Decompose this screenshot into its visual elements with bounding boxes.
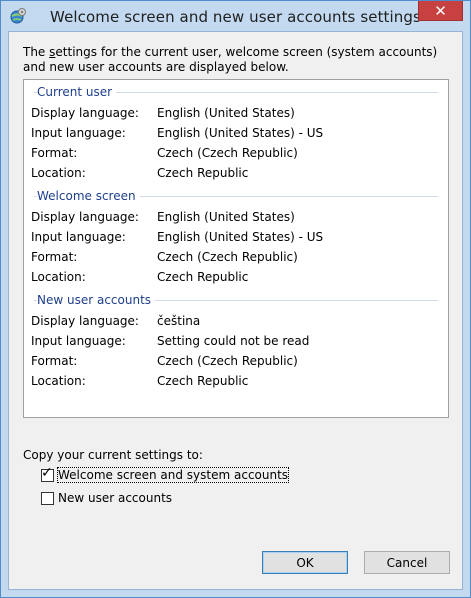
section-title-current-user: Current user bbox=[37, 85, 117, 100]
row-value: Setting could not be read bbox=[157, 334, 310, 348]
welcome-screen-checkbox[interactable]: ✓ bbox=[41, 464, 54, 482]
new-user-accounts-checkbox[interactable] bbox=[41, 491, 54, 505]
close-icon: ✕ bbox=[434, 1, 447, 20]
window-title: Welcome screen and new user accounts set… bbox=[50, 8, 421, 26]
row-value: Czech (Czech Republic) bbox=[157, 146, 298, 160]
row-value: čeština bbox=[157, 314, 201, 328]
section-title-new-user-accounts: New user accounts bbox=[37, 293, 156, 308]
settings-panel: Current user Display language: English (… bbox=[23, 79, 449, 418]
row-label: Location: bbox=[31, 270, 86, 284]
checkmark-icon: ✓ bbox=[41, 464, 53, 481]
row-value: Czech Republic bbox=[157, 166, 249, 180]
ok-button[interactable]: OK bbox=[262, 551, 348, 574]
title-bar[interactable]: Welcome screen and new user accounts set… bbox=[1, 1, 470, 31]
row-value: English (United States) bbox=[157, 106, 295, 120]
row-label: Display language: bbox=[31, 210, 139, 224]
row-label: Input language: bbox=[31, 334, 126, 348]
close-button[interactable]: ✕ bbox=[418, 1, 463, 21]
row-value: English (United States) bbox=[157, 210, 295, 224]
copy-settings-label: Copy your current settings to: bbox=[23, 448, 203, 462]
row-label: Format: bbox=[31, 250, 78, 264]
row-label: Display language: bbox=[31, 106, 139, 120]
row-value: Czech (Czech Republic) bbox=[157, 354, 298, 368]
welcome-screen-checkbox-row[interactable]: ✓ Welcome screen and system accounts bbox=[41, 464, 290, 483]
row-label: Format: bbox=[31, 354, 78, 368]
row-value: Czech (Czech Republic) bbox=[157, 250, 298, 264]
intro-rest: ettings for the current user, welcome sc… bbox=[23, 45, 438, 74]
section-title-welcome-screen: Welcome screen bbox=[37, 189, 140, 204]
row-label: Input language: bbox=[31, 126, 126, 140]
row-label: Location: bbox=[31, 374, 86, 388]
intro-prefix: The bbox=[23, 45, 50, 59]
row-label: Location: bbox=[31, 166, 86, 180]
welcome-screen-checkbox-label[interactable]: Welcome screen and system accounts bbox=[56, 467, 290, 483]
dialog-body: The settings for the current user, welco… bbox=[8, 31, 463, 590]
intro-text: The settings for the current user, welco… bbox=[23, 45, 443, 75]
new-user-accounts-checkbox-row[interactable]: New user accounts bbox=[41, 490, 172, 506]
row-value: Czech Republic bbox=[157, 270, 249, 284]
row-label: Display language: bbox=[31, 314, 139, 328]
row-value: English (United States) - US bbox=[157, 230, 324, 244]
cancel-button[interactable]: Cancel bbox=[364, 551, 450, 574]
dialog-window: Welcome screen and new user accounts set… bbox=[0, 0, 471, 598]
row-label: Format: bbox=[31, 146, 78, 160]
row-label: Input language: bbox=[31, 230, 126, 244]
row-value: Czech Republic bbox=[157, 374, 249, 388]
new-user-accounts-checkbox-label[interactable]: New user accounts bbox=[58, 491, 172, 505]
row-value: English (United States) - US bbox=[157, 126, 324, 140]
